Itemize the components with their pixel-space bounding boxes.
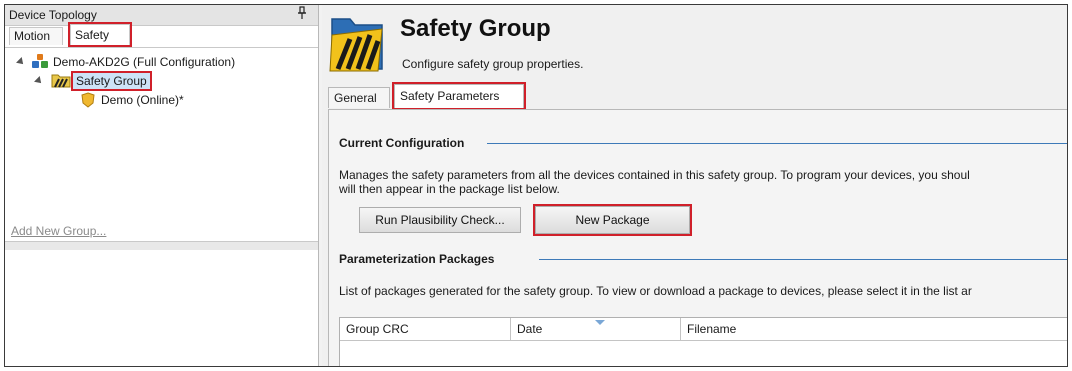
current-configuration-heading: Current Configuration [339, 136, 471, 150]
column-header-group-crc[interactable]: Group CRC [340, 318, 511, 341]
tab-general-label: General [334, 91, 377, 105]
section-divider [487, 143, 1067, 144]
section-divider [539, 259, 1067, 260]
parameterization-packages-heading: Parameterization Packages [339, 252, 501, 266]
sort-arrow-icon [595, 320, 605, 325]
safety-group-icon [51, 72, 71, 93]
expand-arrow-icon[interactable] [34, 76, 44, 86]
tab-safety-parameters[interactable]: Safety Parameters [392, 82, 526, 110]
device-shield-icon [81, 92, 95, 113]
tab-motion-label: Motion [14, 29, 51, 43]
run-plausibility-check-button[interactable]: Run Plausibility Check... [359, 207, 521, 233]
add-new-group-link[interactable]: Add New Group... [11, 224, 106, 238]
page-subtitle: Configure safety group properties. [402, 57, 584, 71]
configuration-description: Manages the safety parameters from all t… [339, 168, 970, 182]
tab-motion[interactable]: Motion [9, 27, 63, 45]
panel-header: Device Topology [5, 5, 318, 26]
configuration-description-cont: will then appear in the package list bel… [339, 182, 560, 196]
page-title: Safety Group [400, 15, 551, 42]
properties-pane [5, 250, 318, 366]
column-header-filename[interactable]: Filename [681, 318, 1067, 341]
column-header-label: Filename [687, 322, 737, 336]
application-window: Device Topology Motion Safety Demo-AKD2G… [4, 4, 1068, 367]
tree-item-label: Safety Group [71, 71, 152, 91]
safety-parameters-page: Current Configuration Manages the safety… [328, 109, 1067, 366]
tree-item-label: Demo-AKD2G (Full Configuration) [53, 55, 236, 69]
device-topology-panel: Device Topology Motion Safety Demo-AKD2G… [5, 5, 319, 366]
tab-safety[interactable]: Safety [68, 22, 132, 47]
column-header-label: Group CRC [346, 322, 409, 336]
main-content: Safety Group Configure safety group prop… [322, 5, 1067, 366]
column-header-label: Date [517, 322, 543, 336]
packages-table[interactable]: Group CRC Date Filename [339, 317, 1067, 366]
topology-tree: Demo-AKD2G (Full Configuration) Safety G… [5, 47, 318, 238]
tab-safety-label: Safety [75, 28, 110, 42]
tree-item-label: Demo (Online)* [101, 93, 184, 107]
tab-general[interactable]: General [328, 87, 390, 108]
packages-description: List of packages generated for the safet… [339, 284, 972, 298]
pin-icon[interactable] [297, 6, 307, 23]
new-package-button[interactable]: New Package [533, 204, 692, 236]
expand-arrow-icon[interactable] [16, 57, 26, 67]
network-devices-icon [31, 53, 49, 75]
tab-safety-parameters-label: Safety Parameters [400, 89, 500, 103]
panel-title: Device Topology [9, 8, 97, 22]
column-header-date[interactable]: Date [511, 318, 681, 341]
safety-group-large-icon [328, 9, 386, 78]
